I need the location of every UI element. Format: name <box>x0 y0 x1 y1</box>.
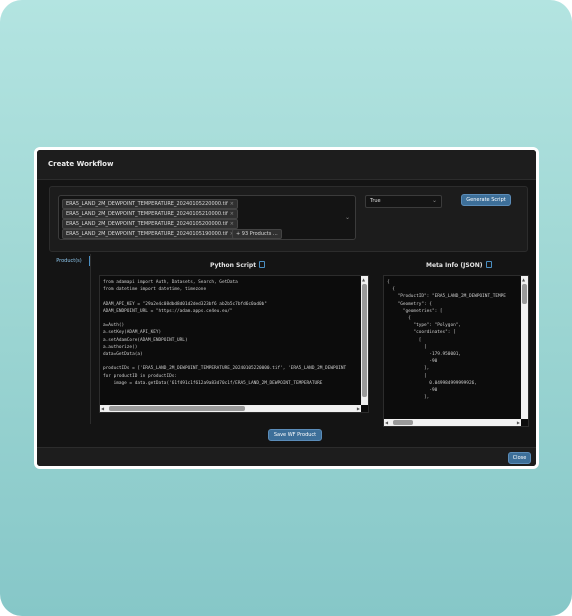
python-code-text: from adamapi import Auth, Datasets, Sear… <box>103 280 347 386</box>
screenshot-frame: Create Workflow ERA5_LAND_2M_DEWPOINT_TE… <box>0 0 572 616</box>
timezone-select[interactable]: True ⌄ <box>365 195 442 208</box>
copy-icon[interactable] <box>485 261 492 268</box>
filter-panel: ERA5_LAND_2M_DEWPOINT_TEMPERATURE_202401… <box>49 186 528 252</box>
chevron-down-icon[interactable]: ⌄ <box>345 214 350 221</box>
python-script-title: Python Script <box>210 262 257 269</box>
product-chip[interactable]: ERA5_LAND_2M_DEWPOINT_TEMPERATURE_202401… <box>62 199 238 209</box>
scrollbar-thumb[interactable] <box>109 406 245 411</box>
modal-header: Create Workflow <box>37 150 536 180</box>
copy-icon[interactable] <box>259 261 266 268</box>
timezone-select-value: True <box>370 198 381 204</box>
json-meta-box[interactable]: { { "ProductID": "ERA5_LAND_2M_DEWPOINT_… <box>383 275 529 427</box>
product-chip-label: ERA5_LAND_2M_DEWPOINT_TEMPERATURE_202401… <box>66 221 228 227</box>
scroll-right-icon[interactable]: ▶ <box>357 405 360 412</box>
meta-info-heading: Meta Info (JSON) <box>426 261 492 269</box>
product-chip-label: ERA5_LAND_2M_DEWPOINT_TEMPERATURE_202401… <box>66 211 228 217</box>
product-multiselect[interactable]: ERA5_LAND_2M_DEWPOINT_TEMPERATURE_202401… <box>58 195 356 240</box>
save-wf-product-button[interactable]: Save WF Product <box>268 429 322 441</box>
product-chip[interactable]: ERA5_LAND_2M_DEWPOINT_TEMPERATURE_202401… <box>62 209 238 219</box>
product-chip-label: ERA5_LAND_2M_DEWPOINT_TEMPERATURE_202401… <box>66 231 228 237</box>
meta-info-title: Meta Info (JSON) <box>426 262 483 269</box>
scroll-up-icon[interactable]: ▲ <box>522 276 525 283</box>
remove-chip-icon[interactable]: × <box>230 201 234 207</box>
close-button[interactable]: Close <box>508 452 531 464</box>
product-chip[interactable]: ERA5_LAND_2M_DEWPOINT_TEMPERATURE_202401… <box>62 229 238 239</box>
chevron-down-icon: ⌄ <box>431 197 437 204</box>
python-code-box[interactable]: from adamapi import Auth, Datasets, Sear… <box>99 275 369 413</box>
modal-footer: Close <box>37 447 536 466</box>
json-meta-text: { { "ProductID": "ERA5_LAND_2M_DEWPOINT_… <box>387 280 506 401</box>
scrollbar-thumb[interactable] <box>393 420 413 425</box>
python-script-heading: Python Script <box>210 261 266 269</box>
scroll-left-icon[interactable]: ◀ <box>385 419 388 426</box>
remove-chip-icon[interactable]: × <box>230 221 234 227</box>
vertical-scrollbar[interactable]: ▲ <box>521 276 528 419</box>
product-chip[interactable]: ERA5_LAND_2M_DEWPOINT_TEMPERATURE_202401… <box>62 219 238 229</box>
generate-script-button[interactable]: Generate Script <box>461 194 511 206</box>
tab-products[interactable]: Product(s) <box>49 256 91 266</box>
remove-chip-icon[interactable]: × <box>230 211 234 217</box>
more-products-chip[interactable]: + 93 Products ... <box>232 229 282 239</box>
scroll-left-icon[interactable]: ◀ <box>101 405 104 412</box>
scrollbar-thumb[interactable] <box>362 284 367 397</box>
scroll-up-icon[interactable]: ▲ <box>362 276 365 283</box>
tabs-column: Product(s) <box>49 254 91 424</box>
vertical-scrollbar[interactable]: ▲ <box>361 276 368 405</box>
scrollbar-thumb[interactable] <box>522 284 527 304</box>
tabs-divider <box>90 254 91 424</box>
horizontal-scrollbar[interactable]: ◀ ▶ <box>100 405 361 412</box>
scroll-right-icon[interactable]: ▶ <box>517 419 520 426</box>
product-chip-label: ERA5_LAND_2M_DEWPOINT_TEMPERATURE_202401… <box>66 201 228 207</box>
create-workflow-modal: Create Workflow ERA5_LAND_2M_DEWPOINT_TE… <box>34 147 539 469</box>
horizontal-scrollbar[interactable]: ◀ ▶ <box>384 419 521 426</box>
modal-title: Create Workflow <box>48 160 114 168</box>
